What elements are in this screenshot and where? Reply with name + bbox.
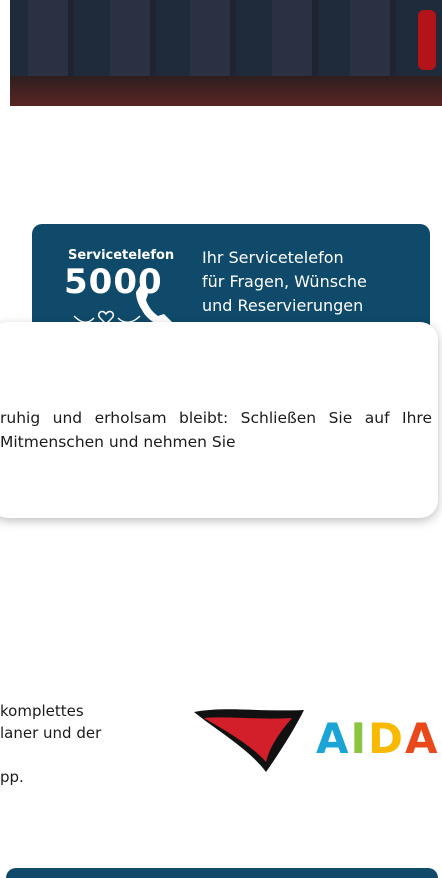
service-kicker: Servicetelefon: [68, 248, 175, 263]
logo-letter-d: D: [368, 714, 406, 763]
logo-word: AIDA: [316, 714, 440, 763]
text-block: komplettes laner und der pp.: [0, 700, 101, 788]
service-lines: Ihr Servicetelefon für Fragen, Wünsche u…: [202, 246, 367, 318]
photo-leg: [28, 0, 74, 80]
bottom-bar: [6, 868, 438, 878]
photo-leg: [272, 0, 318, 80]
text-line-1: komplettes: [0, 702, 84, 720]
hero-photo: [10, 0, 442, 106]
aida-logo: AIDA: [188, 700, 442, 780]
logo-letter-a: A: [316, 714, 351, 763]
photo-floor: [10, 76, 442, 106]
photo-leg: [350, 0, 396, 80]
logo-letter-i: I: [350, 714, 369, 763]
fire-extinguisher: [418, 10, 436, 70]
photo-leg: [110, 0, 156, 80]
photo-leg: [190, 0, 236, 80]
info-card: ruhig und erholsam bleibt: Schließen Sie…: [0, 322, 438, 518]
service-line-1: Ihr Servicetelefon: [202, 248, 344, 267]
lips-icon: [194, 709, 304, 772]
logo-letter-a2: A: [405, 714, 440, 763]
text-line-3: pp.: [0, 768, 24, 786]
service-line-3: und Reservierungen: [202, 296, 364, 315]
text-line-2: laner und der: [0, 724, 102, 742]
service-line-2: für Fragen, Wünsche: [202, 272, 367, 291]
card-text: ruhig und erholsam bleibt: Schließen Sie…: [0, 409, 432, 451]
